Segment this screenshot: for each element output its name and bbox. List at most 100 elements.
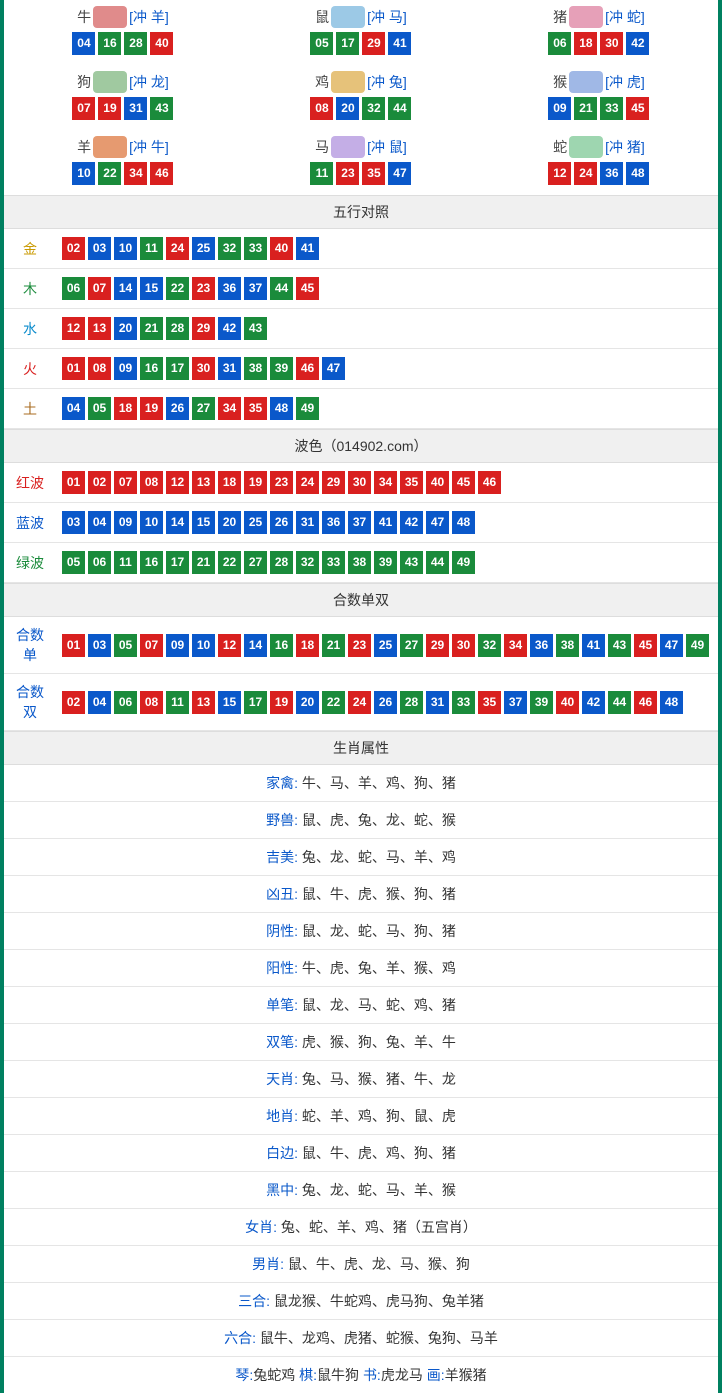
number-ball: 22 — [322, 691, 345, 714]
zodiac-animal-icon — [569, 71, 603, 93]
number-ball: 34 — [218, 397, 241, 420]
attr-value: 虎龙马 — [381, 1367, 427, 1383]
attr-row: 白边: 鼠、牛、虎、鸡、狗、猪 — [4, 1135, 718, 1172]
attr-row: 女肖: 兔、蛇、羊、鸡、猪（五宫肖） — [4, 1209, 718, 1246]
number-ball: 47 — [388, 162, 411, 185]
number-ball: 41 — [296, 237, 319, 260]
attr-value: 鼠龙猴、牛蛇鸡、虎马狗、兔羊猪 — [274, 1293, 484, 1309]
attr-key: 女肖: — [245, 1219, 281, 1235]
number-ball: 20 — [114, 317, 137, 340]
ball-line: 0204060811131517192022242628313335373940… — [62, 691, 712, 714]
main-container: 牛[冲 羊]04162840鼠[冲 马]05172941猪[冲 蛇]061830… — [0, 0, 722, 1393]
number-ball: 14 — [114, 277, 137, 300]
number-ball: 04 — [72, 32, 95, 55]
attr-value: 鼠牛狗 — [317, 1367, 363, 1383]
number-ball: 39 — [530, 691, 553, 714]
number-ball: 40 — [556, 691, 579, 714]
zodiac-grid: 牛[冲 羊]04162840鼠[冲 马]05172941猪[冲 蛇]061830… — [4, 0, 718, 195]
zodiac-conflict: [冲 虎] — [605, 72, 645, 92]
number-ball: 29 — [322, 471, 345, 494]
number-ball: 33 — [244, 237, 267, 260]
number-ball: 33 — [322, 551, 345, 574]
zodiac-cell: 狗[冲 龙]07193143 — [4, 65, 242, 130]
number-ball: 08 — [310, 97, 333, 120]
number-ball: 19 — [270, 691, 293, 714]
row-value: 06071415222336374445 — [56, 269, 718, 309]
ball-line: 0103050709101214161821232527293032343638… — [62, 634, 712, 657]
zodiac-name: 羊 — [77, 137, 91, 157]
number-ball: 43 — [608, 634, 631, 657]
number-ball: 25 — [192, 237, 215, 260]
number-ball: 05 — [310, 32, 333, 55]
number-ball: 46 — [296, 357, 319, 380]
zodiac-cell: 牛[冲 羊]04162840 — [4, 0, 242, 65]
number-ball: 48 — [452, 511, 475, 534]
number-ball: 30 — [600, 32, 623, 55]
attr-key: 琴: — [235, 1367, 253, 1383]
number-ball: 38 — [348, 551, 371, 574]
zodiac-name: 马 — [315, 137, 329, 157]
attr-value: 兔、龙、蛇、马、羊、鸡 — [302, 849, 456, 865]
number-ball: 07 — [88, 277, 111, 300]
attr-key: 单笔: — [266, 997, 302, 1013]
number-ball: 06 — [62, 277, 85, 300]
number-ball: 08 — [88, 357, 111, 380]
number-ball: 30 — [192, 357, 215, 380]
number-ball: 34 — [124, 162, 147, 185]
number-ball: 20 — [296, 691, 319, 714]
number-ball: 33 — [452, 691, 475, 714]
number-ball: 42 — [582, 691, 605, 714]
number-ball: 37 — [244, 277, 267, 300]
number-ball: 04 — [88, 691, 111, 714]
number-ball: 17 — [244, 691, 267, 714]
row-value: 05061116172122272832333839434449 — [56, 543, 718, 583]
number-ball: 14 — [166, 511, 189, 534]
number-ball: 45 — [634, 634, 657, 657]
attr-key: 凶丑: — [266, 886, 302, 902]
number-ball: 20 — [336, 97, 359, 120]
attr-key: 男肖: — [252, 1256, 288, 1272]
number-ball: 40 — [270, 237, 293, 260]
number-ball: 29 — [362, 32, 385, 55]
zodiac-conflict: [冲 马] — [367, 7, 407, 27]
number-ball: 31 — [124, 97, 147, 120]
attr-value: 牛、虎、兔、羊、猴、鸡 — [302, 960, 456, 976]
row-label: 土 — [4, 389, 56, 429]
row-label: 水 — [4, 309, 56, 349]
number-ball: 27 — [400, 634, 423, 657]
number-ball: 40 — [150, 32, 173, 55]
zodiac-cell: 鼠[冲 马]05172941 — [242, 0, 480, 65]
number-ball: 13 — [192, 691, 215, 714]
number-ball: 12 — [218, 634, 241, 657]
zodiac-conflict: [冲 鼠] — [367, 137, 407, 157]
number-ball: 35 — [478, 691, 501, 714]
number-ball: 01 — [62, 634, 85, 657]
number-ball: 29 — [192, 317, 215, 340]
row-label: 红波 — [4, 463, 56, 503]
attr-key: 画: — [427, 1367, 445, 1383]
number-ball: 37 — [348, 511, 371, 534]
number-ball: 06 — [114, 691, 137, 714]
attr-key: 阳性: — [266, 960, 302, 976]
number-ball: 31 — [426, 691, 449, 714]
ball-line: 04051819262734354849 — [62, 397, 712, 420]
row-label: 木 — [4, 269, 56, 309]
attr-key: 阴性: — [266, 923, 302, 939]
attr-row: 家禽: 牛、马、羊、鸡、狗、猪 — [4, 765, 718, 802]
number-ball: 12 — [166, 471, 189, 494]
attr-value: 鼠、虎、兔、龙、蛇、猴 — [302, 812, 456, 828]
zodiac-ball-row: 06183042 — [480, 32, 718, 55]
attr-value: 兔、马、猴、猪、牛、龙 — [302, 1071, 456, 1087]
number-ball: 24 — [166, 237, 189, 260]
row-label: 火 — [4, 349, 56, 389]
attr-row: 男肖: 鼠、牛、虎、龙、马、猴、狗 — [4, 1246, 718, 1283]
number-ball: 21 — [192, 551, 215, 574]
number-ball: 18 — [218, 471, 241, 494]
number-ball: 18 — [574, 32, 597, 55]
number-ball: 11 — [310, 162, 333, 185]
zodiac-cell: 蛇[冲 猪]12243648 — [480, 130, 718, 195]
number-ball: 36 — [218, 277, 241, 300]
zodiac-ball-row: 09213345 — [480, 97, 718, 120]
attr-value: 牛、马、羊、鸡、狗、猪 — [302, 775, 456, 791]
ball-line: 1213202128294243 — [62, 317, 712, 340]
